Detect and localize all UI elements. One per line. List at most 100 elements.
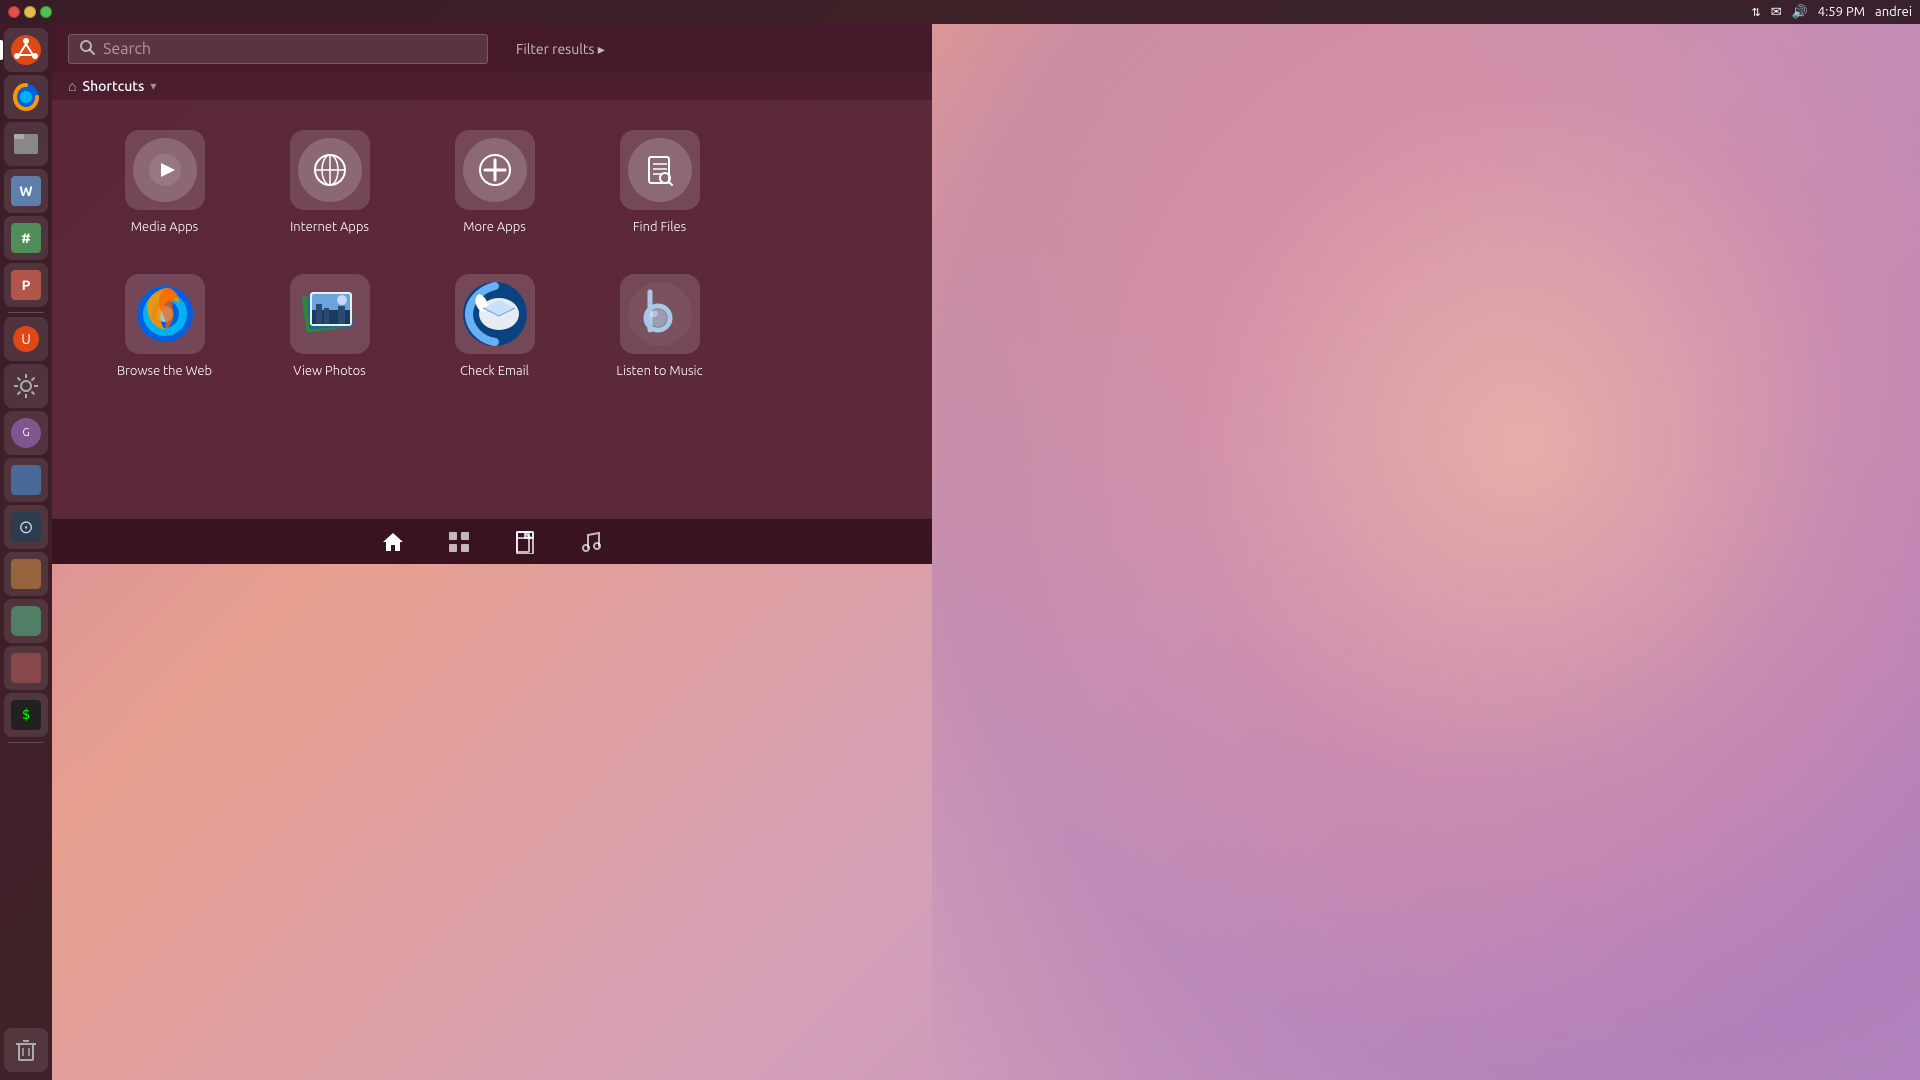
launcher-item-files[interactable] bbox=[4, 122, 48, 166]
panel-indicators: ⇅ ✉ 🔊 4:59 PM andrei bbox=[1751, 5, 1912, 20]
firefox-launcher-icon bbox=[10, 81, 42, 113]
impress-icon: P bbox=[11, 270, 41, 300]
find-files-item[interactable]: Find Files bbox=[577, 120, 742, 244]
launcher-item-terminal[interactable]: $ bbox=[4, 693, 48, 737]
launcher-item-impress[interactable]: P bbox=[4, 263, 48, 307]
browse-web-icon-container bbox=[125, 274, 205, 354]
launcher-item-steam[interactable]: ⊙ bbox=[4, 505, 48, 549]
network-icon[interactable]: ⇅ bbox=[1751, 6, 1760, 19]
apps-category-icon bbox=[447, 530, 471, 554]
media-apps-icon-container bbox=[125, 130, 205, 210]
breadcrumb-dropdown-icon[interactable]: ▾ bbox=[150, 79, 156, 93]
launcher-item-settings[interactable] bbox=[4, 364, 48, 408]
browse-web-item[interactable]: Browse the Web bbox=[82, 264, 247, 388]
firefox-icon bbox=[129, 278, 201, 350]
inkscape-icon bbox=[11, 559, 41, 589]
launcher-item-ubuntu-software[interactable]: U bbox=[4, 317, 48, 361]
check-email-icon-container bbox=[455, 274, 535, 354]
close-button[interactable] bbox=[8, 6, 20, 18]
apps-grid: Media Apps Internet Apps bbox=[52, 100, 932, 518]
launcher-item-app12[interactable] bbox=[4, 599, 48, 643]
breadcrumb-bar: ⌂ Shortcuts ▾ bbox=[52, 72, 932, 100]
check-email-label: Check Email bbox=[460, 364, 529, 378]
launcher-item-ubuntu[interactable] bbox=[4, 28, 48, 72]
listen-music-label: Listen to Music bbox=[616, 364, 702, 378]
launcher-item-inkscape[interactable] bbox=[4, 552, 48, 596]
view-photos-icon-container bbox=[290, 274, 370, 354]
volume-icon[interactable]: 🔊 bbox=[1792, 5, 1808, 20]
ubuntu-logo-icon bbox=[10, 34, 42, 66]
more-apps-icon-container bbox=[455, 130, 535, 210]
photos-icon bbox=[294, 278, 366, 350]
media-apps-icon bbox=[133, 138, 197, 202]
listen-music-icon-container bbox=[620, 274, 700, 354]
app13-icon bbox=[11, 653, 41, 683]
thunderbird-icon bbox=[459, 278, 531, 350]
launcher-item-calc[interactable]: # bbox=[4, 216, 48, 260]
desktop-background bbox=[932, 24, 1920, 1080]
check-email-item[interactable]: Check Email bbox=[412, 264, 577, 388]
browse-web-label: Browse the Web bbox=[117, 364, 212, 378]
internet-apps-icon bbox=[298, 138, 362, 202]
launcher-item-app9[interactable] bbox=[4, 458, 48, 502]
steam-icon: ⊙ bbox=[11, 512, 41, 542]
settings-icon bbox=[12, 372, 40, 400]
search-input[interactable] bbox=[103, 40, 477, 58]
internet-apps-item[interactable]: Internet Apps bbox=[247, 120, 412, 244]
mail-icon[interactable]: ✉ bbox=[1771, 5, 1782, 20]
more-apps-item[interactable]: More Apps bbox=[412, 120, 577, 244]
calc-icon: # bbox=[11, 223, 41, 253]
media-apps-item[interactable]: Media Apps bbox=[82, 120, 247, 244]
shortcuts-row-2: Browse the Web bbox=[82, 264, 902, 388]
launcher-item-app13[interactable] bbox=[4, 646, 48, 690]
category-music-button[interactable] bbox=[573, 524, 609, 560]
home-breadcrumb-icon[interactable]: ⌂ bbox=[68, 78, 76, 94]
find-files-label: Find Files bbox=[633, 220, 686, 234]
internet-apps-icon-container bbox=[290, 130, 370, 210]
launcher-dock: W # P U G ⊙ $ bbox=[0, 24, 52, 1080]
view-photos-label: View Photos bbox=[293, 364, 365, 378]
app12-icon bbox=[11, 606, 41, 636]
search-icon bbox=[79, 39, 95, 59]
launcher-item-firefox[interactable] bbox=[4, 75, 48, 119]
more-apps-icon bbox=[463, 138, 527, 202]
launcher-item-gimp[interactable]: G bbox=[4, 411, 48, 455]
files-category-icon bbox=[513, 530, 537, 554]
launcher-separator bbox=[8, 312, 44, 313]
launcher-item-libreoffice[interactable]: W bbox=[4, 169, 48, 213]
view-photos-item[interactable]: View Photos bbox=[247, 264, 412, 388]
search-bar: Filter results ▸ bbox=[52, 24, 932, 72]
trash-icon bbox=[12, 1036, 40, 1064]
more-apps-label: More Apps bbox=[463, 220, 526, 234]
listen-music-item[interactable]: Listen to Music bbox=[577, 264, 742, 388]
find-files-icon bbox=[628, 138, 692, 202]
minimize-button[interactable] bbox=[24, 6, 36, 18]
launcher-item-trash[interactable] bbox=[4, 1028, 48, 1072]
banshee-icon bbox=[624, 278, 696, 350]
media-apps-label: Media Apps bbox=[131, 220, 198, 234]
find-files-icon-container bbox=[620, 130, 700, 210]
files-launcher-icon bbox=[11, 129, 41, 159]
window-controls bbox=[8, 6, 52, 18]
breadcrumb-label: Shortcuts bbox=[82, 78, 144, 94]
home-category-icon bbox=[381, 530, 405, 554]
terminal-icon: $ bbox=[11, 700, 41, 730]
software-center-icon: U bbox=[11, 324, 41, 354]
shortcuts-row-1: Media Apps Internet Apps bbox=[82, 120, 902, 244]
user-menu[interactable]: andrei bbox=[1875, 5, 1912, 19]
app9-icon bbox=[11, 465, 41, 495]
search-input-wrapper[interactable] bbox=[68, 34, 488, 64]
top-panel: ⇅ ✉ 🔊 4:59 PM andrei bbox=[0, 0, 1920, 24]
category-files-button[interactable] bbox=[507, 524, 543, 560]
category-apps-button[interactable] bbox=[441, 524, 477, 560]
category-bar bbox=[52, 518, 932, 564]
clock-display[interactable]: 4:59 PM bbox=[1818, 5, 1865, 19]
dash-panel: Filter results ▸ ⌂ Shortcuts ▾ bbox=[52, 24, 932, 564]
music-category-icon bbox=[579, 530, 603, 554]
filter-results-button[interactable]: Filter results ▸ bbox=[516, 41, 605, 58]
launcher-separator-bottom bbox=[8, 742, 44, 743]
category-home-button[interactable] bbox=[375, 524, 411, 560]
maximize-button[interactable] bbox=[40, 6, 52, 18]
libreoffice-icon: W bbox=[11, 176, 41, 206]
svg-text:U: U bbox=[21, 331, 31, 347]
